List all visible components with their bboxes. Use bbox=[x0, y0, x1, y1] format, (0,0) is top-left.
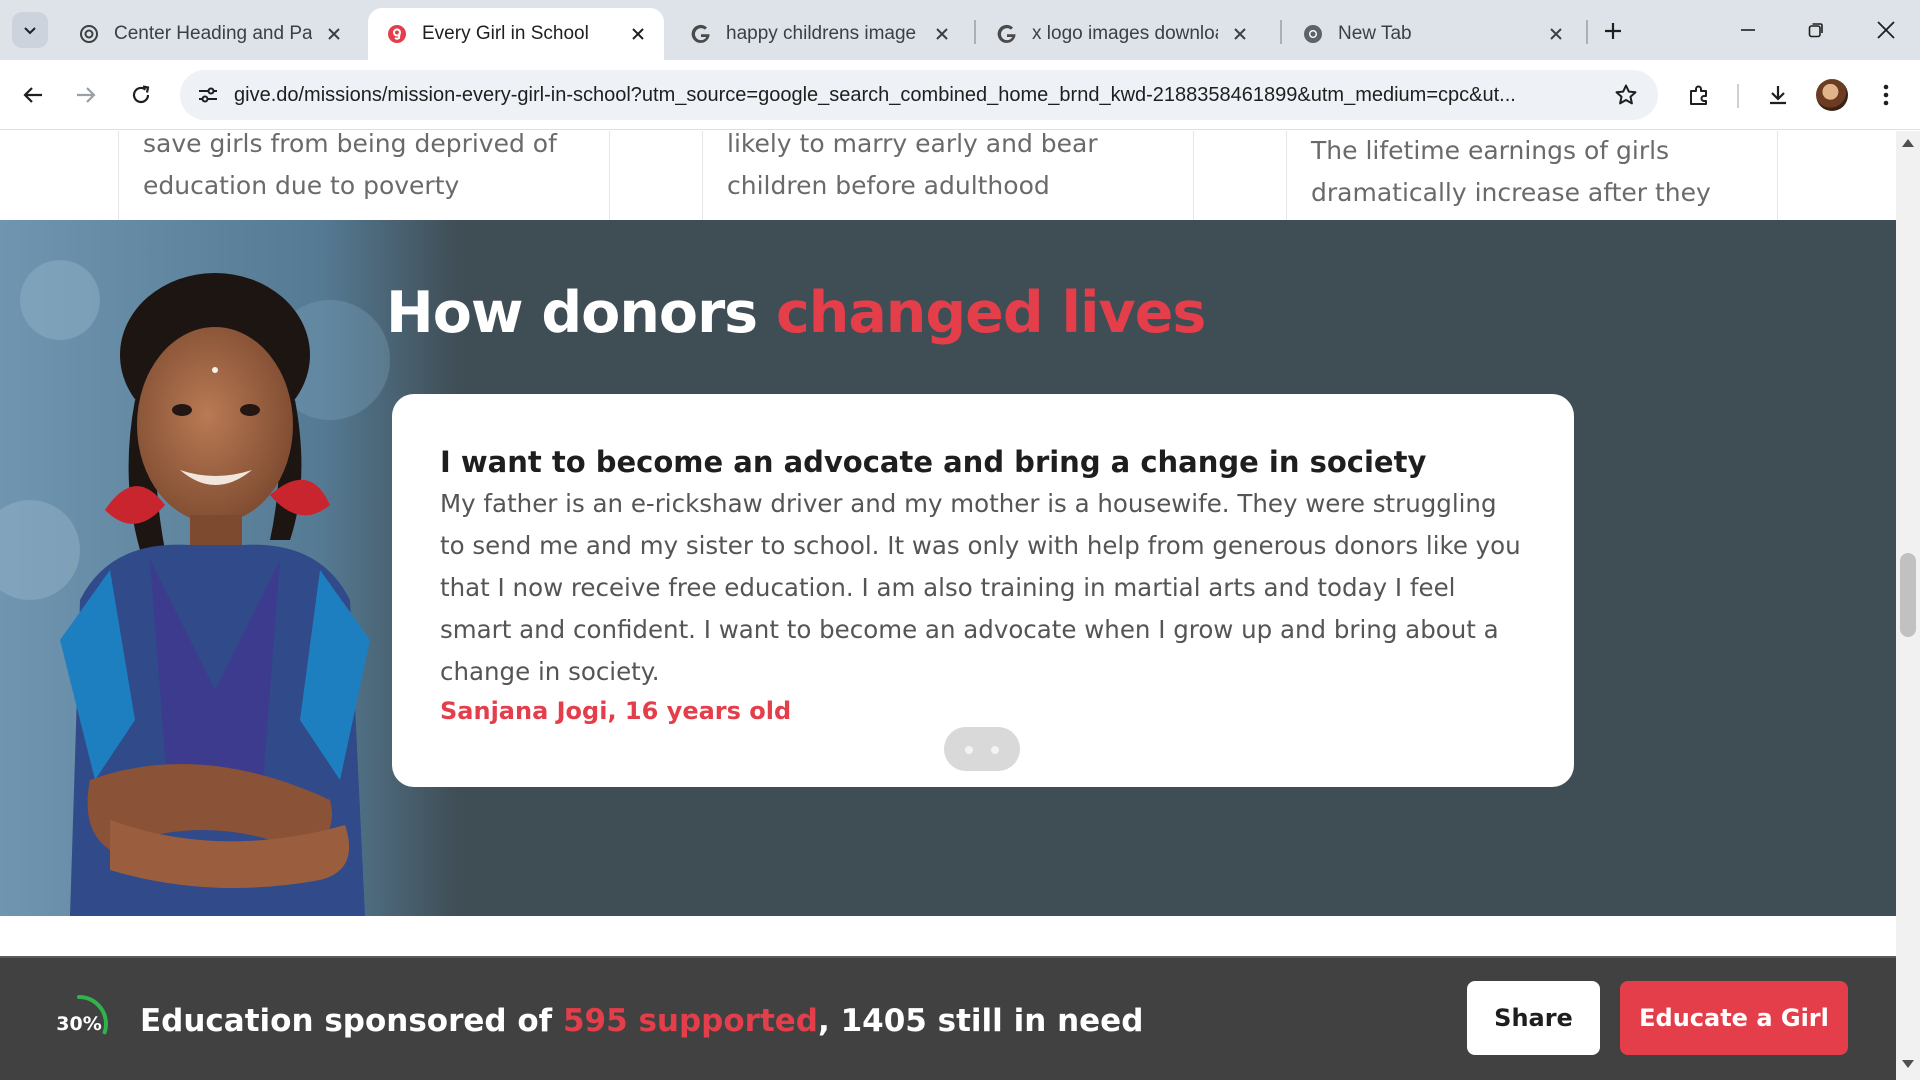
google-icon bbox=[996, 23, 1018, 45]
tab-separator bbox=[1586, 20, 1588, 44]
testimonial-card: I want to become an advocate and bring a… bbox=[392, 394, 1574, 787]
tab-center-heading[interactable]: Center Heading and Para bbox=[60, 8, 360, 60]
chatgpt-icon bbox=[78, 23, 100, 45]
puzzle-icon bbox=[1690, 85, 1707, 105]
summary-prefix: Education sponsored of bbox=[140, 1003, 563, 1039]
tab-strip: Center Heading and Para Every Girl in Sc… bbox=[0, 0, 1920, 60]
testimonial-body: My father is an e-rickshaw driver and my… bbox=[440, 489, 1521, 686]
page-scrollbar[interactable] bbox=[1896, 131, 1920, 1080]
minimize-icon bbox=[1741, 29, 1755, 31]
carousel-dot[interactable] bbox=[965, 746, 973, 754]
more-vertical-icon bbox=[1883, 84, 1889, 106]
forward-button[interactable] bbox=[66, 75, 106, 115]
tab-separator bbox=[974, 20, 976, 44]
tab-happy-childrens[interactable]: happy childrens image ho bbox=[672, 8, 968, 60]
carousel-pagination bbox=[944, 727, 1020, 771]
stat-text-line: dramatically increase after they bbox=[1311, 178, 1711, 207]
forward-arrow-icon bbox=[77, 87, 96, 103]
reload-button[interactable] bbox=[121, 75, 161, 115]
address-bar[interactable]: give.do/missions/mission-every-girl-in-s… bbox=[180, 70, 1658, 120]
scroll-down-arrow-icon[interactable] bbox=[1902, 1060, 1914, 1068]
restore-button[interactable] bbox=[1786, 8, 1846, 52]
stat-card: likely to marry early and bear children … bbox=[702, 131, 1194, 220]
plus-icon bbox=[1605, 23, 1621, 39]
stat-text-line: education due to poverty bbox=[143, 171, 460, 200]
close-window-button[interactable] bbox=[1856, 8, 1916, 52]
close-tab-icon[interactable] bbox=[1544, 22, 1568, 46]
progress-percentage: 30% bbox=[56, 1013, 102, 1035]
testimonial-author: Sanjana Jogi, 16 years old bbox=[440, 697, 792, 725]
tab-every-girl-in-school[interactable]: Every Girl in School bbox=[368, 8, 664, 60]
scrollbar-thumb[interactable] bbox=[1900, 553, 1916, 637]
sponsorship-summary: Education sponsored of 595 supported, 14… bbox=[140, 994, 1143, 1048]
tab-title: Center Heading and Para bbox=[114, 23, 312, 44]
stat-text-line: likely to marry early and bear bbox=[727, 131, 1098, 158]
close-tab-icon[interactable] bbox=[322, 22, 346, 46]
summary-supported: 595 supported bbox=[562, 1003, 818, 1039]
summary-suffix: , 1405 still in need bbox=[818, 1003, 1144, 1039]
back-arrow-icon bbox=[23, 87, 42, 103]
close-tab-icon[interactable] bbox=[930, 22, 954, 46]
reload-icon bbox=[132, 85, 150, 104]
chrome-icon bbox=[1302, 23, 1324, 45]
back-button[interactable] bbox=[13, 75, 53, 115]
stat-text-line: save girls from being deprived of bbox=[143, 131, 557, 158]
heading-text: How donors bbox=[386, 280, 776, 346]
stat-card: save girls from being deprived of educat… bbox=[118, 131, 610, 220]
minimize-button[interactable] bbox=[1718, 8, 1778, 52]
donor-stories-section: How donors changed lives I want to becom… bbox=[0, 220, 1896, 916]
give-icon bbox=[386, 23, 408, 45]
download-icon bbox=[1770, 86, 1786, 105]
stat-text-line: The lifetime earnings of girls bbox=[1311, 136, 1670, 165]
sticky-donation-bar: 30% Education sponsored of 595 supported… bbox=[0, 956, 1896, 1080]
share-button[interactable]: Share bbox=[1467, 981, 1600, 1055]
restore-icon bbox=[1808, 23, 1823, 38]
tab-search-button[interactable] bbox=[12, 12, 48, 48]
stat-text-line: children before adulthood bbox=[727, 171, 1050, 200]
downloads-button[interactable] bbox=[1758, 75, 1798, 115]
url-text[interactable]: give.do/missions/mission-every-girl-in-s… bbox=[234, 70, 1574, 120]
tab-separator bbox=[1280, 20, 1282, 44]
heading-accent-text: changed lives bbox=[775, 280, 1206, 346]
section-heading: How donors changed lives bbox=[386, 280, 1206, 346]
tab-x-logo[interactable]: x logo images download bbox=[978, 8, 1266, 60]
tab-new-tab[interactable]: New Tab bbox=[1284, 8, 1582, 60]
new-tab-button[interactable] bbox=[1596, 14, 1630, 48]
tab-title: happy childrens image ho bbox=[726, 23, 920, 44]
site-settings-icon[interactable] bbox=[194, 81, 222, 109]
extensions-button[interactable] bbox=[1679, 75, 1719, 115]
scroll-up-arrow-icon[interactable] bbox=[1902, 139, 1914, 147]
tab-title: Every Girl in School bbox=[422, 23, 589, 44]
close-tab-icon[interactable] bbox=[626, 22, 650, 46]
menu-button[interactable] bbox=[1866, 75, 1906, 115]
educate-a-girl-button[interactable]: Educate a Girl bbox=[1620, 981, 1848, 1055]
tab-title: New Tab bbox=[1338, 23, 1412, 44]
testimonial-title: I want to become an advocate and bring a… bbox=[440, 445, 1427, 479]
page-viewport: save girls from being deprived of educat… bbox=[0, 131, 1896, 1080]
profile-avatar[interactable] bbox=[1816, 79, 1848, 111]
google-icon bbox=[690, 23, 712, 45]
chevron-down-icon bbox=[24, 27, 36, 35]
browser-toolbar: give.do/missions/mission-every-girl-in-s… bbox=[0, 60, 1920, 130]
close-icon bbox=[1877, 21, 1895, 39]
bookmark-star-icon[interactable] bbox=[1612, 81, 1640, 109]
stat-card: The lifetime earnings of girls dramatica… bbox=[1286, 131, 1778, 220]
close-tab-icon[interactable] bbox=[1228, 22, 1252, 46]
carousel-dot[interactable] bbox=[991, 746, 999, 754]
tab-title: x logo images download bbox=[1032, 23, 1218, 44]
toolbar-divider bbox=[1737, 84, 1739, 108]
stats-strip: save girls from being deprived of educat… bbox=[0, 131, 1896, 220]
